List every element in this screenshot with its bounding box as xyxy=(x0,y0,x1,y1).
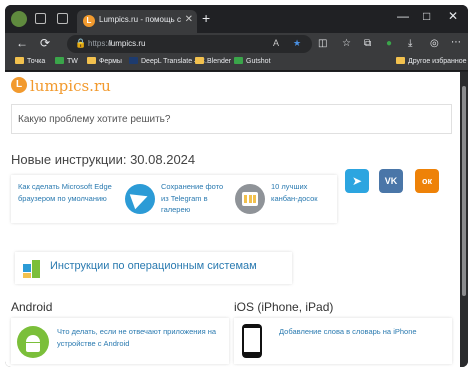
folder-icon xyxy=(195,57,204,64)
folder-icon xyxy=(15,57,24,64)
gutshot-icon xyxy=(234,57,243,64)
workspaces-icon[interactable] xyxy=(35,13,46,24)
bookmark-item[interactable]: Точка xyxy=(15,57,45,65)
favorite-star-icon[interactable]: ★ xyxy=(293,38,301,49)
logo-icon: L xyxy=(11,77,27,93)
bookmark-item[interactable]: TW xyxy=(55,57,78,65)
tab-title: Lumpics.ru - помощь с компьютером xyxy=(99,15,181,24)
url-host: lumpics.ru xyxy=(109,39,146,48)
bookmark-item[interactable]: Gutshot xyxy=(234,57,271,65)
page-scrollbar[interactable] xyxy=(460,72,468,367)
tab-actions-icon[interactable] xyxy=(57,13,68,24)
folder-icon xyxy=(396,57,405,64)
minimize-button[interactable]: — xyxy=(397,9,409,23)
iphone-icon xyxy=(242,324,262,358)
os-instructions-link[interactable]: Инструкции по операционным системам xyxy=(15,252,292,284)
tab-active[interactable]: L Lumpics.ru - помощь с компьютером ✕ xyxy=(77,10,197,33)
android-icon xyxy=(17,326,49,358)
vk-share-icon[interactable]: VK xyxy=(379,169,403,193)
android-heading: Android xyxy=(11,300,53,314)
article-card[interactable]: Как сделать Microsoft Edge браузером по … xyxy=(11,175,117,223)
reload-button[interactable]: ⟳ xyxy=(40,36,50,50)
ios-heading: iOS (iPhone, iPad) xyxy=(234,300,334,314)
other-favorites[interactable]: Другое избранное xyxy=(396,57,467,65)
profile-avatar[interactable] xyxy=(11,11,27,27)
android-article-card[interactable]: Что делать, если не отвечают приложения … xyxy=(11,318,229,364)
back-button[interactable]: ← xyxy=(16,36,28,50)
lock-icon[interactable]: 🔒 xyxy=(75,38,86,49)
maximize-button[interactable]: □ xyxy=(423,9,430,23)
title-bar: L Lumpics.ru - помощь с компьютером ✕ + … xyxy=(5,5,468,33)
split-screen-icon[interactable]: ◫ xyxy=(318,38,327,49)
lumpics-favicon-icon: L xyxy=(83,15,95,27)
article-link[interactable]: Сохранение фото из Telegram в галерею xyxy=(161,181,227,216)
scrollbar-thumb[interactable] xyxy=(462,86,466,296)
search-placeholder: Какую проблему хотите решить? xyxy=(18,114,171,125)
tab-close-icon[interactable]: ✕ xyxy=(185,14,193,25)
article-link[interactable]: 10 лучших канбан-досок xyxy=(271,181,333,204)
favorites-icon[interactable]: ☆ xyxy=(342,38,351,49)
logo-text: lumpics.ru xyxy=(30,77,111,95)
downloads-icon[interactable]: ⤓ xyxy=(408,38,412,49)
bookmarks-bar: Точка TW Фермы DeepL Translate – С... Bl… xyxy=(5,55,468,71)
address-bar[interactable]: 🔒 https:// lumpics.ru A ★ xyxy=(67,35,312,53)
deepl-icon xyxy=(129,57,138,64)
tw-icon xyxy=(55,57,64,64)
profile-icon[interactable]: ◎ xyxy=(430,38,439,49)
telegram-icon xyxy=(125,184,155,214)
folder-icon xyxy=(87,57,96,64)
navigation-toolbar: ← ⟳ 🔒 https:// lumpics.ru A ★ ◫ ☆ ⧉ ● ⤓ … xyxy=(5,33,468,55)
page-viewport: L lumpics.ru Какую проблему хотите решит… xyxy=(5,72,460,367)
collections-icon[interactable]: ⧉ xyxy=(364,38,371,49)
new-instructions-heading: Новые инструкции: 30.08.2024 xyxy=(11,152,196,167)
bookmark-item[interactable]: Blender xyxy=(195,57,231,65)
telegram-share-icon[interactable]: ➤ xyxy=(345,169,369,193)
browser-window: L Lumpics.ru - помощь с компьютером ✕ + … xyxy=(5,5,468,367)
article-link[interactable]: Что делать, если не отвечают приложения … xyxy=(57,326,227,350)
article-card[interactable]: Сохранение фото из Telegram в галерею xyxy=(119,175,225,223)
new-instructions-cards: Как сделать Microsoft Edge браузером по … xyxy=(11,175,337,223)
close-window-button[interactable]: ✕ xyxy=(448,9,458,23)
ok-share-icon[interactable]: ок xyxy=(415,169,439,193)
bookmark-item[interactable]: Фермы xyxy=(87,57,122,65)
more-icon[interactable]: ⋯ xyxy=(451,37,461,48)
new-tab-button[interactable]: + xyxy=(202,10,210,26)
article-link[interactable]: Как сделать Microsoft Edge браузером по … xyxy=(18,181,118,204)
article-card[interactable]: 10 лучших канбан-досок xyxy=(229,175,335,223)
os-link-text: Инструкции по операционным системам xyxy=(50,260,257,272)
read-aloud-icon[interactable]: A xyxy=(273,38,279,48)
problem-search-input[interactable]: Какую проблему хотите решить? xyxy=(11,104,452,134)
kanban-icon xyxy=(235,184,265,214)
os-icon xyxy=(23,260,40,278)
ios-article-card[interactable]: Добавление слова в словарь на iPhone xyxy=(234,318,452,364)
extension-icon[interactable]: ● xyxy=(386,38,392,49)
article-link[interactable]: Добавление слова в словарь на iPhone xyxy=(279,326,449,338)
